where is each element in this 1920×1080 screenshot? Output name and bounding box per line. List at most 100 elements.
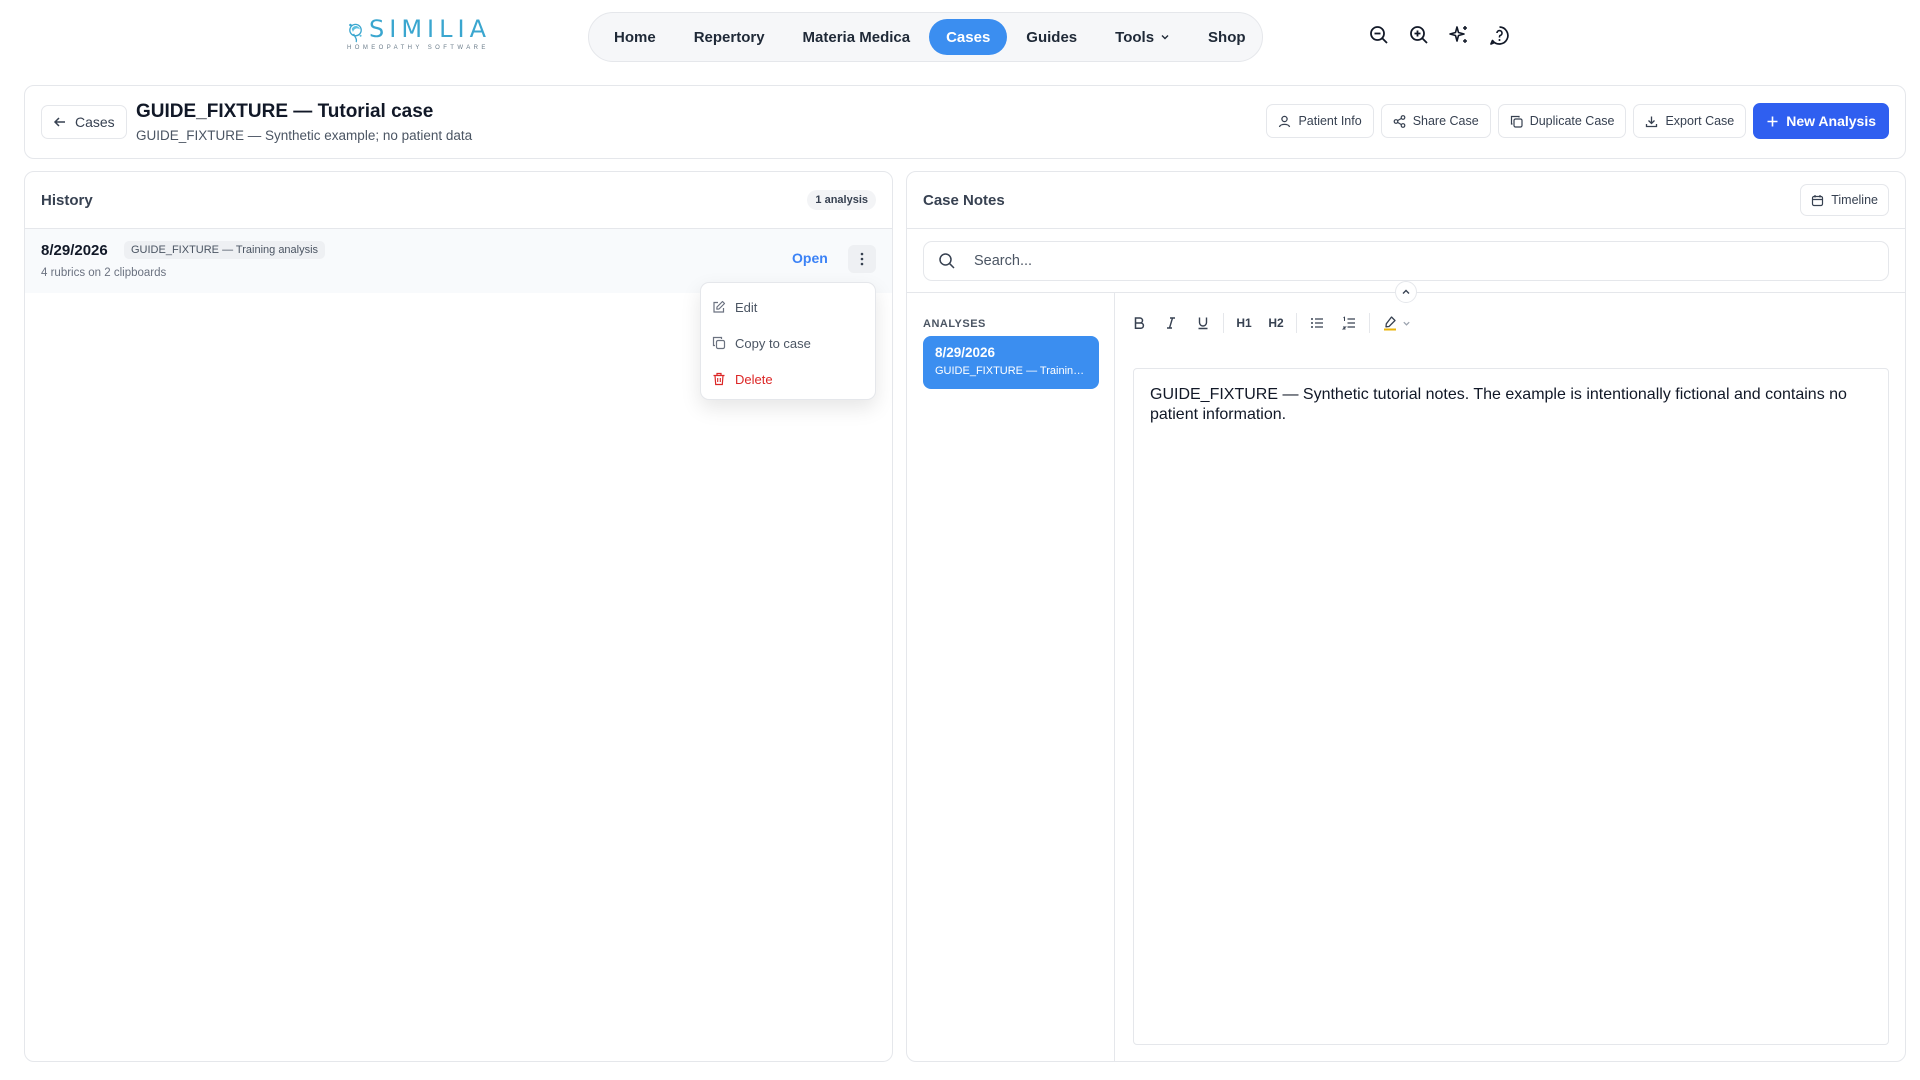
copy-icon [1510,115,1523,128]
sparkles-icon[interactable] [1448,24,1470,46]
toolbar-separator [1369,313,1370,333]
share-case-button[interactable]: Share Case [1380,104,1491,138]
analysis-card[interactable]: 8/29/2026 GUIDE_FIXTURE — Training analy… [923,336,1099,389]
duplicate-case-label: Duplicate Case [1529,114,1615,128]
nav-guides[interactable]: Guides [1007,19,1096,55]
main-nav: Home Repertory Materia Medica Cases Guid… [588,12,1263,62]
history-row-meta: 4 rubrics on 2 clipboards [41,267,167,279]
user-icon [1279,115,1291,127]
ordered-list-icon [1342,316,1355,330]
analyses-sidebar: ANALYSES 8/29/2026 GUIDE_FIXTURE — Train… [907,293,1115,1061]
history-row-tag: GUIDE_FIXTURE — Training analysis [124,241,326,259]
chevron-up-icon [1402,289,1410,294]
ordered-list-button[interactable] [1333,307,1365,339]
download-icon [1646,116,1658,127]
analysis-count-badge: 1 analysis [807,190,876,210]
zoom-in-icon[interactable] [1408,24,1430,46]
editor-toolbar: H1 H2 [1123,307,1411,339]
more-vertical-icon [860,252,864,266]
nav-cases[interactable]: Cases [929,19,1008,55]
case-header: Cases GUIDE_FIXTURE — Tutorial case GUID… [24,85,1906,159]
patient-info-label: Patient Info [1298,114,1362,128]
nav-home[interactable]: Home [595,19,675,55]
analysis-card-name: GUIDE_FIXTURE — Training analysis [935,365,1087,377]
edit-icon [713,300,726,313]
menu-item-copy-to-case[interactable]: Copy to case [701,325,875,361]
bold-button[interactable] [1123,307,1155,339]
calendar-icon [1812,194,1824,206]
plus-icon [1767,116,1778,126]
menu-item-edit[interactable]: Edit [701,289,875,325]
menu-item-delete-label: Delete [735,371,773,387]
toolbar-separator [1296,313,1297,333]
heading-1-button[interactable]: H1 [1228,307,1260,339]
analysis-card-date: 8/29/2026 [935,345,996,360]
case-notes-panel: Case Notes Timeline ANALYSES 8/29/2026 G… [906,171,1906,1062]
heading-1-label: H1 [1236,316,1252,330]
menu-item-edit-label: Edit [735,299,758,315]
arrow-left-icon [53,117,65,127]
history-title: History [41,191,93,209]
highlighter-icon [1384,316,1396,331]
notes-search [923,241,1889,281]
heading-2-button[interactable]: H2 [1260,307,1292,339]
row-menu-button[interactable] [848,245,876,273]
bold-icon [1134,317,1145,329]
bullet-list-button[interactable] [1301,307,1333,339]
top-bar: SIMILIA HOMEOPATHY SOFTWARE Home Reperto… [0,0,1920,72]
zoom-out-icon[interactable] [1368,24,1390,46]
case-subtitle: GUIDE_FIXTURE — Synthetic example; no pa… [136,128,473,143]
logo-mark-icon [349,23,362,43]
heading-2-label: H2 [1268,316,1284,330]
toolbar-separator [1223,313,1224,333]
new-analysis-label: New Analysis [1786,113,1876,129]
notes-search-input[interactable] [974,253,1854,269]
history-header: History 1 analysis [25,172,892,229]
share-case-label: Share Case [1412,114,1479,128]
trash-icon [713,372,725,386]
notes-body: GUIDE_FIXTURE — Synthetic tutorial notes… [1150,386,1847,423]
underline-button[interactable] [1187,307,1219,339]
copy-icon [712,336,726,350]
bullet-list-icon [1311,318,1323,328]
patient-info-button[interactable]: Patient Info [1266,104,1374,138]
case-notes-title: Case Notes [923,191,1005,209]
nav-shop[interactable]: Shop [1189,19,1265,55]
help-icon[interactable] [1488,24,1510,46]
export-case-button[interactable]: Export Case [1633,104,1747,138]
header-actions: Patient Info Share Case Duplicate Case E… [1266,103,1889,139]
nav-tools[interactable]: Tools [1096,19,1189,55]
top-icon-group [1368,24,1510,46]
back-button-label: Cases [75,114,115,130]
chevron-down-icon[interactable] [1402,319,1411,328]
case-notes-header: Case Notes Timeline [907,172,1905,229]
chevron-down-icon [1161,35,1169,40]
logo-name: SIMILIA [369,15,491,43]
new-analysis-button[interactable]: New Analysis [1753,103,1889,139]
history-panel: History 1 analysis 8/29/2026 GUIDE_FIXTU… [24,171,893,1062]
collapse-toggle[interactable] [1395,281,1417,303]
nav-materia-medica[interactable]: Materia Medica [784,19,930,55]
analyses-label: ANALYSES [923,318,986,330]
menu-item-delete[interactable]: Delete [701,361,875,397]
underline-icon [1198,317,1208,330]
export-case-label: Export Case [1665,114,1735,128]
share-icon [1393,114,1406,128]
logo-tagline: HOMEOPATHY SOFTWARE [347,45,489,51]
case-title: GUIDE_FIXTURE — Tutorial case [136,101,434,122]
nav-repertory[interactable]: Repertory [675,19,784,55]
italic-button[interactable] [1155,307,1187,339]
timeline-button[interactable]: Timeline [1800,184,1889,216]
italic-icon [1167,317,1175,329]
search-icon [939,253,955,269]
duplicate-case-button[interactable]: Duplicate Case [1497,104,1627,138]
open-analysis-link[interactable]: Open [792,250,828,266]
back-to-cases-button[interactable]: Cases [41,105,127,139]
menu-item-copy-label: Copy to case [735,335,811,351]
nav-tools-label: Tools [1115,28,1155,46]
similia-logo[interactable]: SIMILIA HOMEOPATHY SOFTWARE [346,14,491,58]
row-context-menu: Edit Copy to case Delete [700,282,876,400]
notes-editor[interactable]: GUIDE_FIXTURE — Synthetic tutorial notes… [1133,368,1889,1045]
history-row-date: 8/29/2026 [41,242,108,259]
timeline-label: Timeline [1831,193,1878,207]
